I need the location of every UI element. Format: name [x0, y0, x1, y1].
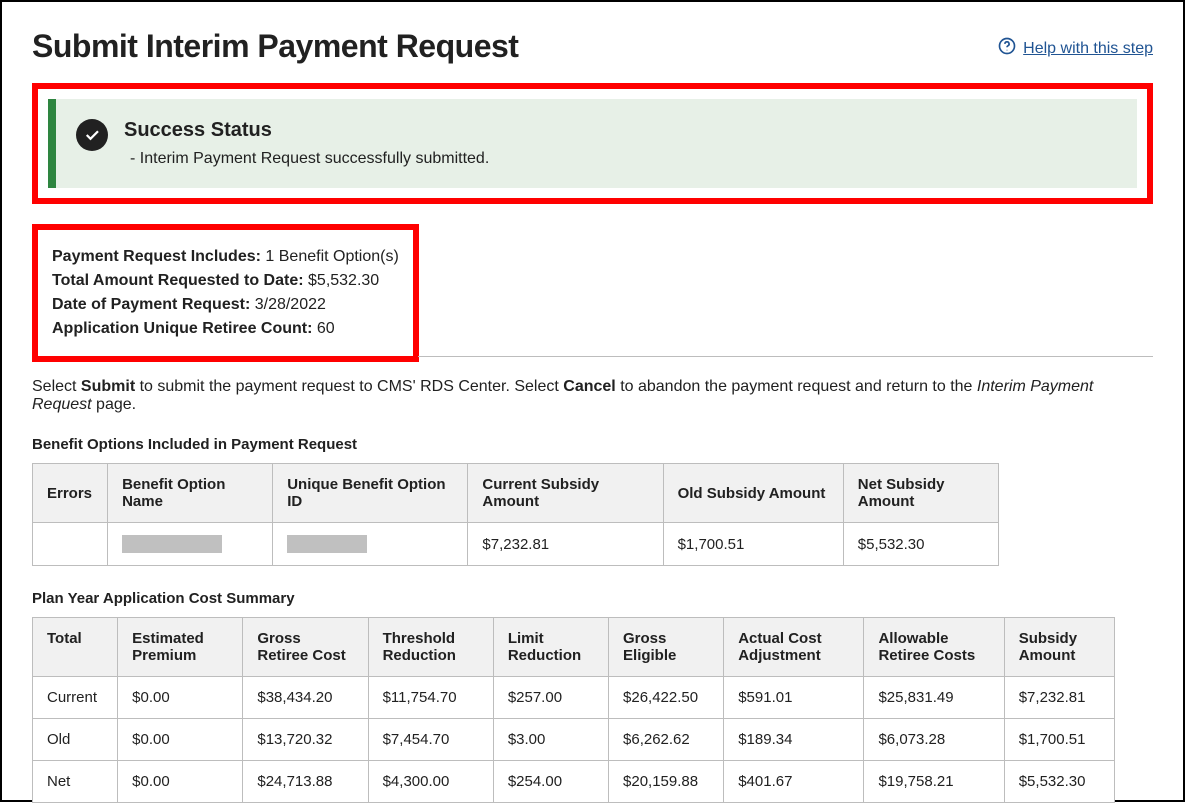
summary-includes-value: 1 Benefit Option(s) [265, 248, 398, 265]
summary-total-value: $5,532.30 [308, 272, 379, 289]
table-row: $7,232.81 $1,700.51 $5,532.30 [33, 523, 999, 566]
cell-limit: $3.00 [493, 719, 608, 761]
table-row: Net$0.00$24,713.88$4,300.00$254.00$20,15… [33, 761, 1115, 803]
col-net-subsidy: Net Subsidy Amount [843, 464, 998, 523]
cell-allowable: $25,831.49 [864, 677, 1004, 719]
summary-includes-label: Payment Request Includes: [52, 248, 261, 265]
cell-limit: $257.00 [493, 677, 608, 719]
col-actual-adj: Actual Cost Adjustment [724, 618, 864, 677]
col-gross-eligible: Gross Eligible [609, 618, 724, 677]
col-gross-retiree: Gross Retiree Cost [243, 618, 368, 677]
cell-gross_eligible: $20,159.88 [609, 761, 724, 803]
cell-subsidy: $7,232.81 [1004, 677, 1114, 719]
cell-gross_eligible: $26,422.50 [609, 677, 724, 719]
table-row: Current$0.00$38,434.20$11,754.70$257.00$… [33, 677, 1115, 719]
success-message: Interim Payment Request successfully sub… [124, 150, 489, 168]
success-banner: Success Status Interim Payment Request s… [48, 99, 1137, 188]
cell-gross_retiree: $24,713.88 [243, 761, 368, 803]
cell-threshold: $11,754.70 [368, 677, 493, 719]
cell-premium: $0.00 [118, 677, 243, 719]
cell-net: $5,532.30 [843, 523, 998, 566]
summary-date-label: Date of Payment Request: [52, 296, 250, 313]
instruction-text: Select Submit to submit the payment requ… [32, 378, 1153, 414]
benefit-table: Errors Benefit Option Name Unique Benefi… [32, 463, 999, 566]
help-link[interactable]: Help with this step [997, 36, 1153, 61]
cell-total: Old [33, 719, 118, 761]
summary-total-label: Total Amount Requested to Date: [52, 272, 304, 289]
col-limit: Limit Reduction [493, 618, 608, 677]
page-title: Submit Interim Payment Request [32, 28, 518, 65]
col-subsidy: Subsidy Amount [1004, 618, 1114, 677]
summary-retiree-value: 60 [317, 320, 335, 337]
cell-errors [33, 523, 108, 566]
cost-heading: Plan Year Application Cost Summary [32, 590, 1153, 607]
col-current-subsidy: Current Subsidy Amount [468, 464, 663, 523]
table-row: Old$0.00$13,720.32$7,454.70$3.00$6,262.6… [33, 719, 1115, 761]
summary-retiree: Application Unique Retiree Count: 60 [52, 320, 399, 338]
divider [418, 356, 1153, 357]
cell-gross_retiree: $13,720.32 [243, 719, 368, 761]
success-highlight-box: Success Status Interim Payment Request s… [32, 83, 1153, 204]
success-heading: Success Status [124, 119, 489, 142]
col-premium: Estimated Premium [118, 618, 243, 677]
cell-benefit-name [108, 523, 273, 566]
col-benefit-name: Benefit Option Name [108, 464, 273, 523]
benefit-heading: Benefit Options Included in Payment Requ… [32, 436, 1153, 453]
cell-allowable: $6,073.28 [864, 719, 1004, 761]
cell-actual_adj: $591.01 [724, 677, 864, 719]
summary-retiree-label: Application Unique Retiree Count: [52, 320, 312, 337]
cell-total: Current [33, 677, 118, 719]
col-benefit-uid: Unique Benefit Option ID [273, 464, 468, 523]
col-total: Total [33, 618, 118, 677]
summary-highlight-box: Payment Request Includes: 1 Benefit Opti… [32, 224, 419, 362]
col-old-subsidy: Old Subsidy Amount [663, 464, 843, 523]
cell-subsidy: $5,532.30 [1004, 761, 1114, 803]
cell-threshold: $4,300.00 [368, 761, 493, 803]
cell-allowable: $19,758.21 [864, 761, 1004, 803]
cell-gross_retiree: $38,434.20 [243, 677, 368, 719]
redacted-uid [287, 535, 367, 553]
cell-subsidy: $1,700.51 [1004, 719, 1114, 761]
summary-date: Date of Payment Request: 3/28/2022 [52, 296, 399, 314]
cell-threshold: $7,454.70 [368, 719, 493, 761]
summary-includes: Payment Request Includes: 1 Benefit Opti… [52, 248, 399, 266]
help-icon [997, 36, 1017, 61]
cell-benefit-uid [273, 523, 468, 566]
help-link-label: Help with this step [1023, 40, 1153, 58]
col-allowable: Allowable Retiree Costs [864, 618, 1004, 677]
cell-current: $7,232.81 [468, 523, 663, 566]
cell-gross_eligible: $6,262.62 [609, 719, 724, 761]
cell-premium: $0.00 [118, 761, 243, 803]
summary-date-value: 3/28/2022 [255, 296, 326, 313]
col-threshold: Threshold Reduction [368, 618, 493, 677]
cell-actual_adj: $401.67 [724, 761, 864, 803]
cell-total: Net [33, 761, 118, 803]
cell-limit: $254.00 [493, 761, 608, 803]
summary-total: Total Amount Requested to Date: $5,532.3… [52, 272, 399, 290]
cost-table: Total Estimated Premium Gross Retiree Co… [32, 617, 1115, 803]
table-header-row: Errors Benefit Option Name Unique Benefi… [33, 464, 999, 523]
cell-premium: $0.00 [118, 719, 243, 761]
redacted-name [122, 535, 222, 553]
cell-old: $1,700.51 [663, 523, 843, 566]
cell-actual_adj: $189.34 [724, 719, 864, 761]
col-errors: Errors [33, 464, 108, 523]
table-header-row: Total Estimated Premium Gross Retiree Co… [33, 618, 1115, 677]
success-check-icon [76, 119, 108, 151]
